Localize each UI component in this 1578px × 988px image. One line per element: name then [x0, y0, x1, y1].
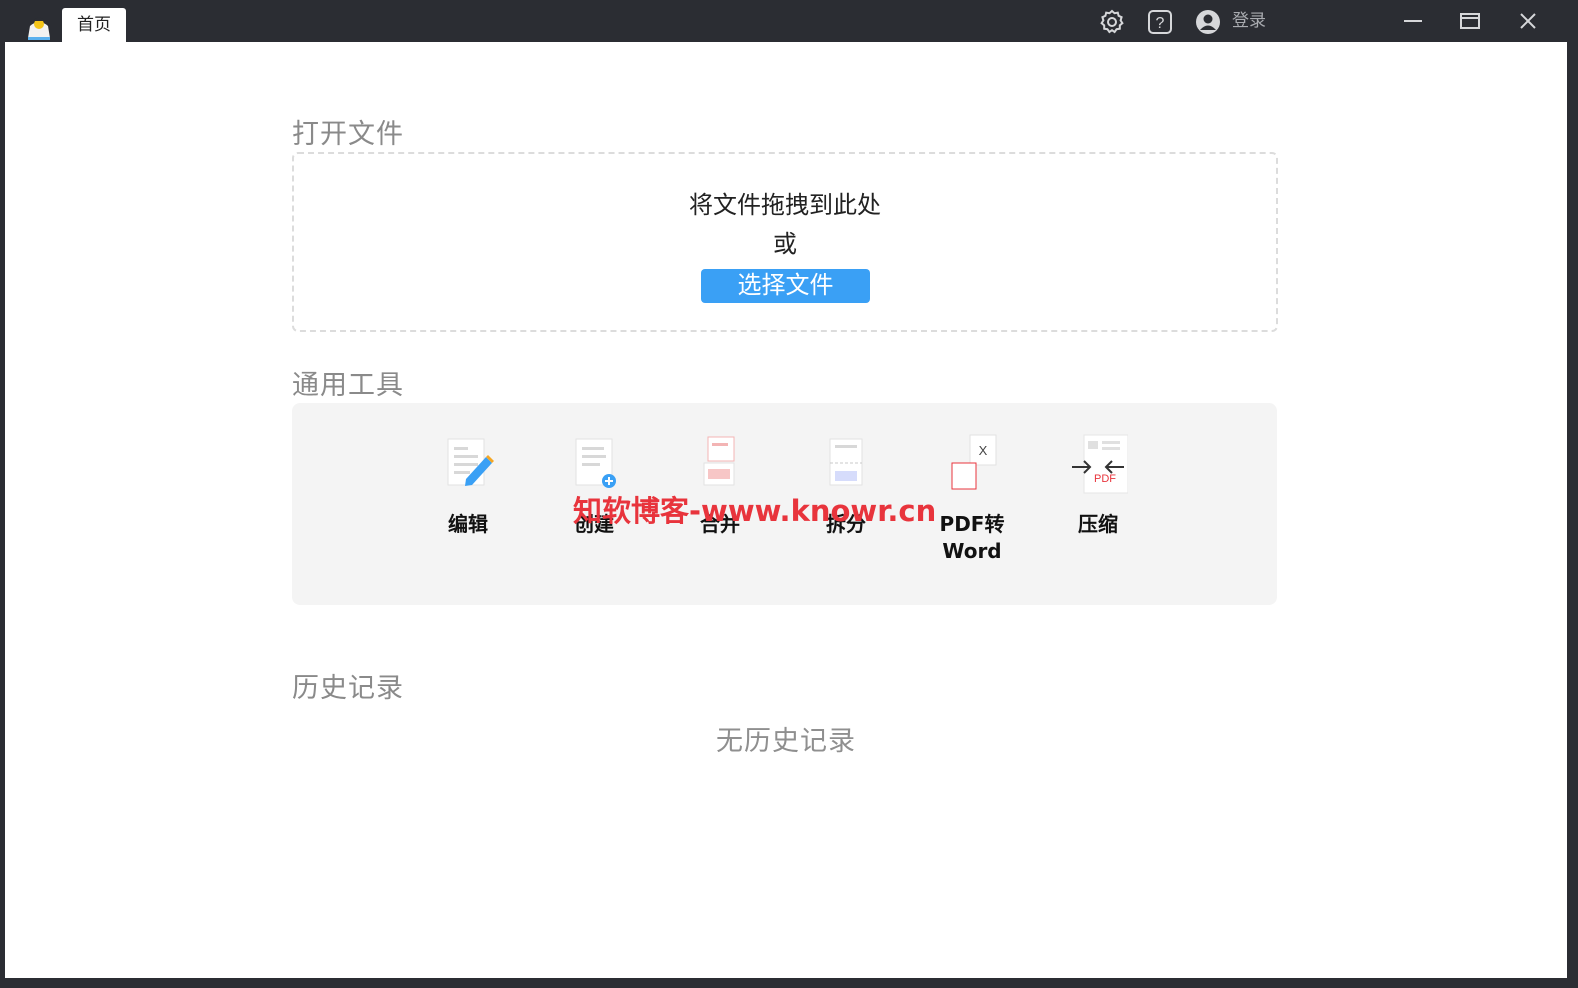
- login-link[interactable]: 登录: [1232, 8, 1266, 34]
- svg-text:?: ?: [1156, 15, 1165, 32]
- tool-edit[interactable]: 编辑: [413, 433, 523, 538]
- history-empty-text: 无历史记录: [716, 726, 856, 757]
- tab-home[interactable]: 首页: [62, 8, 126, 42]
- help-icon[interactable]: ?: [1146, 8, 1174, 36]
- window-border-bottom: [0, 978, 1578, 988]
- title-bar: 首页 ? 登录: [0, 0, 1578, 42]
- app-logo-icon: [28, 17, 50, 40]
- file-drop-zone[interactable]: 将文件拖拽到此处 或 选择文件: [292, 152, 1278, 332]
- maximize-icon[interactable]: [1450, 6, 1490, 36]
- drop-hint: 将文件拖拽到此处: [689, 191, 881, 219]
- edit-icon: [447, 438, 494, 486]
- tool-label: 压缩: [1078, 512, 1118, 536]
- user-avatar-icon[interactable]: [1194, 8, 1222, 36]
- open-file-title: 打开文件: [292, 119, 404, 150]
- window-border-right: [1567, 42, 1578, 988]
- compress-icon: PDF: [1072, 434, 1128, 494]
- or-text: 或: [773, 230, 797, 258]
- tools-title: 通用工具: [292, 370, 404, 401]
- close-icon[interactable]: [1508, 6, 1548, 36]
- history-title: 历史记录: [292, 673, 404, 704]
- tool-compress[interactable]: PDF 压缩: [1043, 433, 1153, 538]
- tool-label: 编辑: [448, 512, 488, 536]
- pdf-to-word-icon: X: [951, 434, 997, 490]
- gear-icon[interactable]: [1098, 8, 1126, 36]
- minimize-icon[interactable]: [1393, 6, 1433, 36]
- svg-text:X: X: [979, 443, 988, 458]
- main-content: 打开文件 将文件拖拽到此处 或 选择文件 通用工具 编辑 创建 合并 拆分 X …: [5, 42, 1567, 978]
- choose-file-button[interactable]: 选择文件: [701, 269, 870, 303]
- watermark-text: 知软博客-www.knowr.cn: [573, 494, 937, 528]
- svg-text:PDF: PDF: [1094, 473, 1116, 485]
